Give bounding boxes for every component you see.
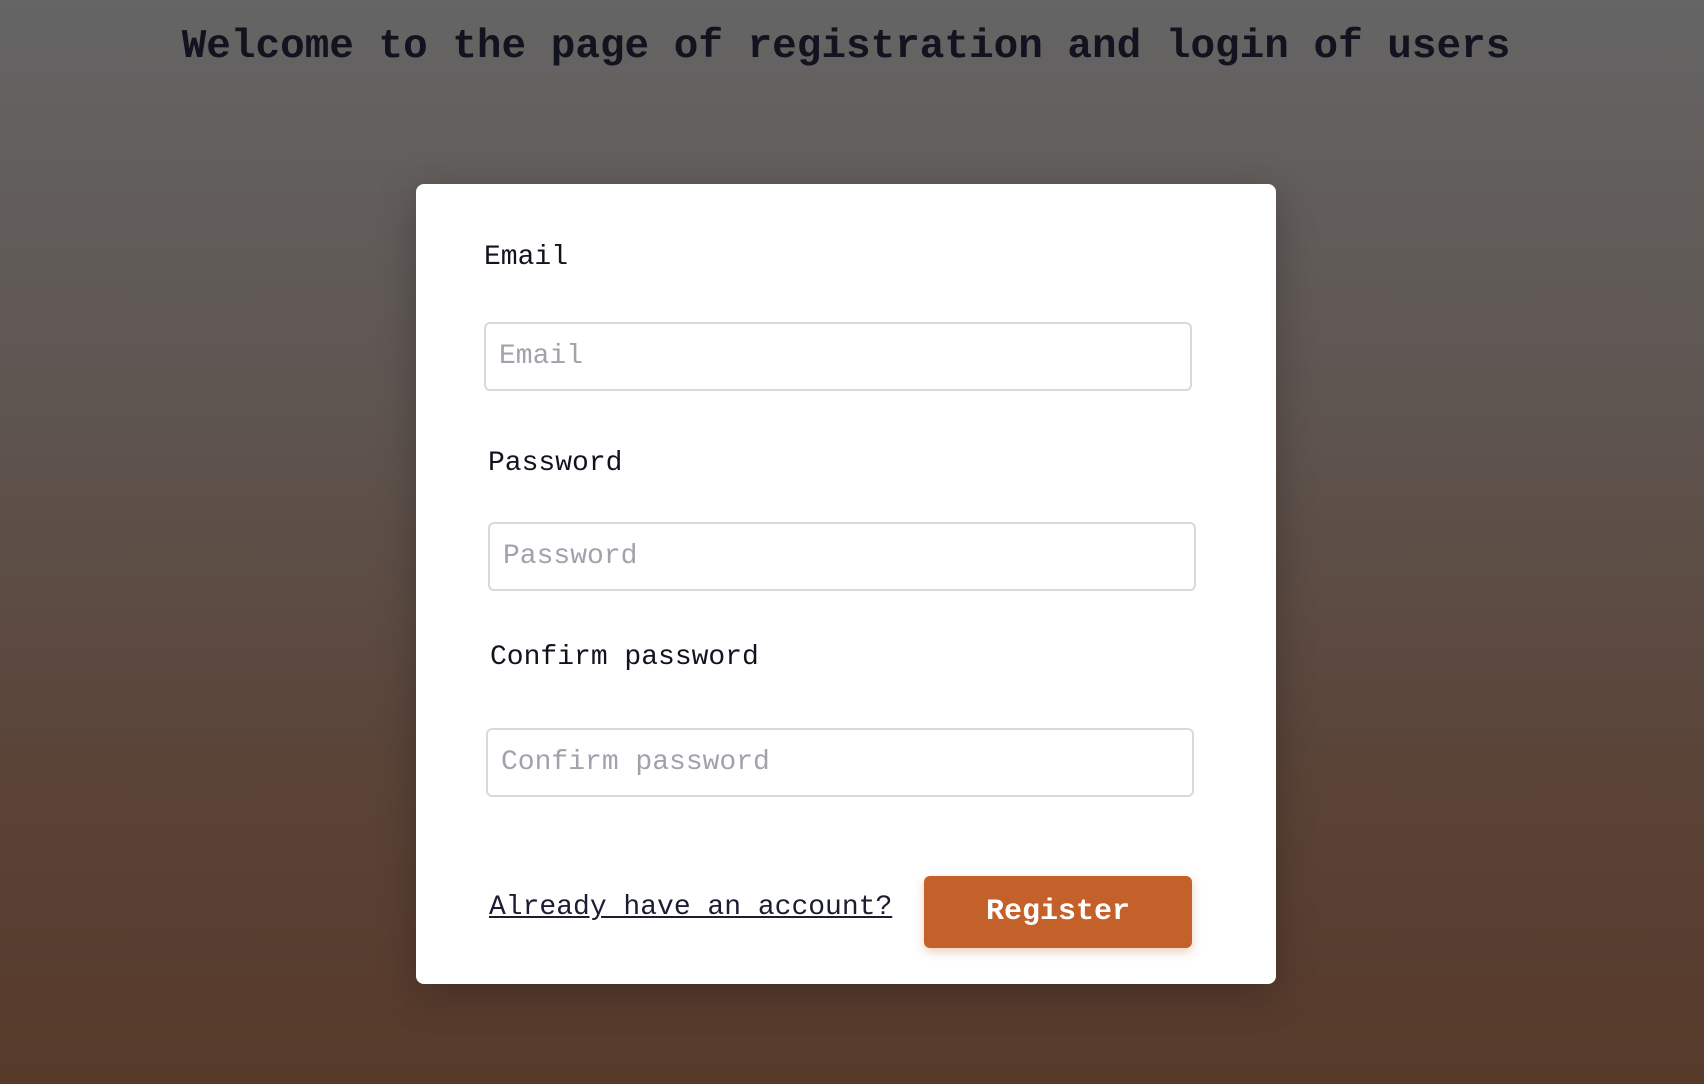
email-field[interactable]	[484, 322, 1192, 391]
email-label: Email	[484, 242, 569, 273]
password-field[interactable]	[488, 522, 1196, 591]
confirm-password-label: Confirm password	[490, 642, 759, 673]
login-link[interactable]: Already have an account?	[489, 892, 892, 923]
page-title: Welcome to the page of registration and …	[181, 24, 1511, 70]
registration-card: Email Password Confirm password Already …	[416, 184, 1276, 984]
password-label: Password	[488, 448, 623, 479]
register-button[interactable]: Register	[924, 876, 1192, 948]
confirm-password-field[interactable]	[486, 728, 1194, 797]
